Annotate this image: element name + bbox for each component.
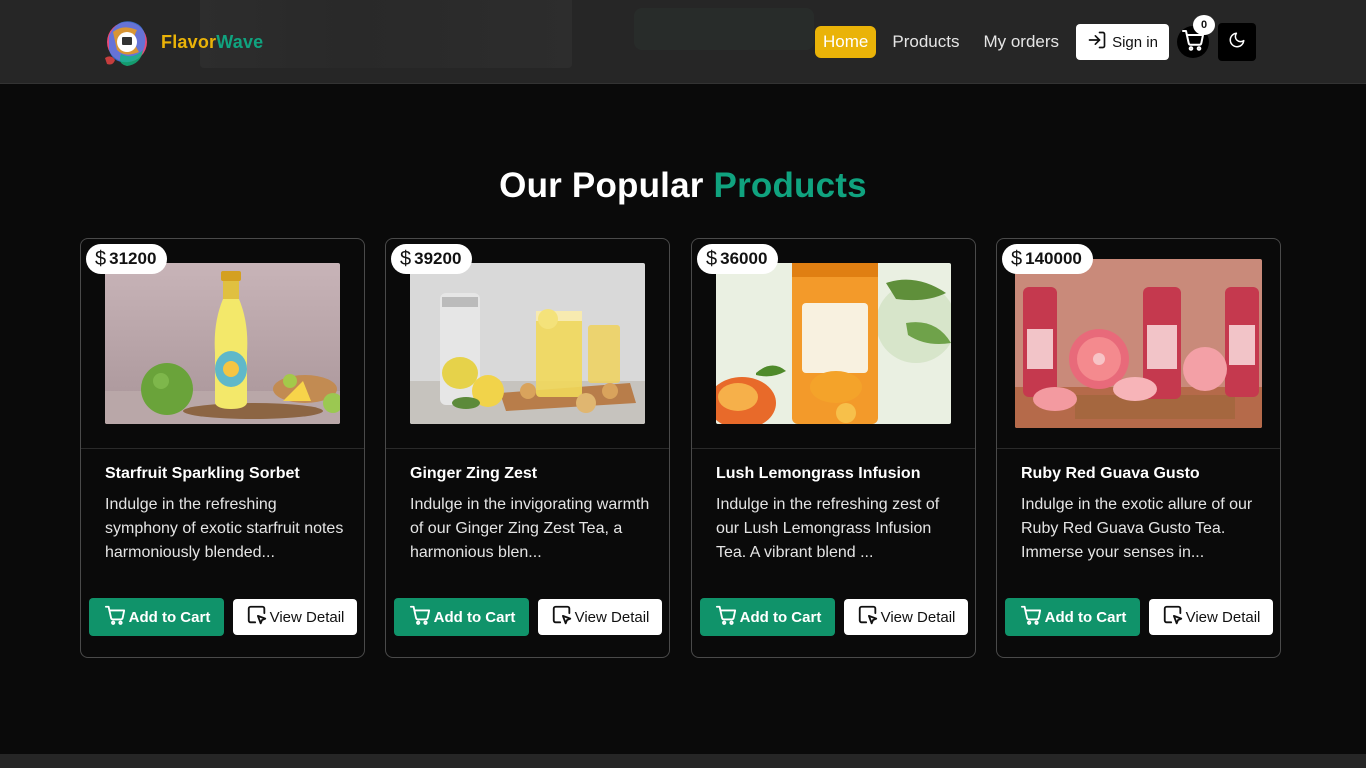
price-value: 36000 xyxy=(720,249,768,268)
price-badge: $ 31200 xyxy=(86,244,168,274)
add-to-cart-label: Add to Cart xyxy=(433,608,516,626)
dollar-icon: $ xyxy=(706,247,718,270)
brand-name-part1: Flavor xyxy=(161,31,217,52)
footer-edge xyxy=(0,754,1366,768)
brand-name: FlavorWave xyxy=(161,32,263,53)
product-name[interactable]: Lush Lemongrass Infusion xyxy=(716,465,956,483)
price-badge: $ 39200 xyxy=(391,244,473,274)
view-detail-label: View Detail xyxy=(269,608,345,626)
add-to-cart-button[interactable]: Add to Cart xyxy=(89,598,224,636)
add-to-cart-button[interactable]: Add to Cart xyxy=(1005,598,1140,636)
section-title-part2: Products xyxy=(713,166,867,205)
brand-name-part2: Wave xyxy=(216,31,264,52)
dollar-icon: $ xyxy=(95,247,107,270)
cart-icon xyxy=(408,604,432,630)
view-detail-button[interactable]: View Detail xyxy=(233,599,357,635)
section-title: Our Popular Products xyxy=(0,166,1366,206)
hero-button-behind-navbar xyxy=(634,8,814,50)
product-card: $ 140000 Ruby Red Guava Gusto Indulge in… xyxy=(996,238,1281,658)
view-detail-label: View Detail xyxy=(880,608,956,626)
view-detail-label: View Detail xyxy=(574,608,650,626)
view-detail-button[interactable]: View Detail xyxy=(538,599,662,635)
nav-link-home[interactable]: Home xyxy=(815,26,877,58)
price-value: 39200 xyxy=(414,249,462,268)
product-name[interactable]: Ruby Red Guava Gusto xyxy=(1021,465,1261,483)
cart-count-badge: 0 xyxy=(1193,15,1215,35)
product-image[interactable] xyxy=(716,263,951,424)
moon-icon xyxy=(1228,31,1246,54)
price-value: 31200 xyxy=(109,249,157,268)
section-title-part1: Our Popular xyxy=(499,166,714,205)
price-value: 140000 xyxy=(1025,249,1082,268)
pointer-click-icon xyxy=(1162,604,1184,630)
sign-in-icon xyxy=(1087,30,1107,54)
dollar-icon: $ xyxy=(400,247,412,270)
product-name[interactable]: Starfruit Sparkling Sorbet xyxy=(105,465,345,483)
pointer-click-icon xyxy=(551,604,573,630)
view-detail-label: View Detail xyxy=(1185,608,1261,626)
add-to-cart-label: Add to Cart xyxy=(1044,608,1127,626)
cart-icon xyxy=(1019,604,1043,630)
add-to-cart-button[interactable]: Add to Cart xyxy=(394,598,529,636)
price-badge: $ 140000 xyxy=(1002,244,1093,274)
product-card: $ 36000 Lush Lemongrass Infusion Indulge… xyxy=(691,238,976,658)
product-grid: $ 31200 Starfruit Sparkling Sorbet Indul… xyxy=(80,238,1281,658)
product-image[interactable] xyxy=(410,263,645,424)
add-to-cart-button[interactable]: Add to Cart xyxy=(700,598,835,636)
product-description: Indulge in the refreshing zest of our Lu… xyxy=(716,496,940,561)
cart-icon xyxy=(103,604,127,630)
price-badge: $ 36000 xyxy=(697,244,779,274)
product-image[interactable] xyxy=(1015,259,1262,428)
product-card: $ 39200 Ginger Zing Zest Indulge in the … xyxy=(385,238,670,658)
product-description: Indulge in the invigorating warmth of ou… xyxy=(410,496,650,561)
product-name[interactable]: Ginger Zing Zest xyxy=(410,465,650,483)
product-description: Indulge in the exotic allure of our Ruby… xyxy=(1021,496,1253,561)
sign-in-button[interactable]: Sign in xyxy=(1076,24,1169,60)
cart-icon xyxy=(714,604,738,630)
sign-in-label: Sign in xyxy=(1112,33,1158,51)
flavorwave-logo-icon xyxy=(103,14,151,70)
product-image[interactable] xyxy=(105,263,340,424)
theme-toggle-button[interactable] xyxy=(1218,23,1256,61)
nav-link-my-orders[interactable]: My orders xyxy=(975,26,1067,58)
product-description: Indulge in the refreshing symphony of ex… xyxy=(105,496,344,561)
dollar-icon: $ xyxy=(1011,247,1023,270)
pointer-click-icon xyxy=(246,604,268,630)
view-detail-button[interactable]: View Detail xyxy=(1149,599,1273,635)
add-to-cart-label: Add to Cart xyxy=(128,608,211,626)
product-card: $ 31200 Starfruit Sparkling Sorbet Indul… xyxy=(80,238,365,658)
navbar: FlavorWave Home Products My orders Sign … xyxy=(0,0,1366,84)
pointer-click-icon xyxy=(857,604,879,630)
main-nav: Home Products My orders xyxy=(815,26,1067,58)
nav-link-products[interactable]: Products xyxy=(884,26,967,58)
add-to-cart-label: Add to Cart xyxy=(739,608,822,626)
view-detail-button[interactable]: View Detail xyxy=(844,599,968,635)
brand-logo[interactable]: FlavorWave xyxy=(103,14,263,70)
